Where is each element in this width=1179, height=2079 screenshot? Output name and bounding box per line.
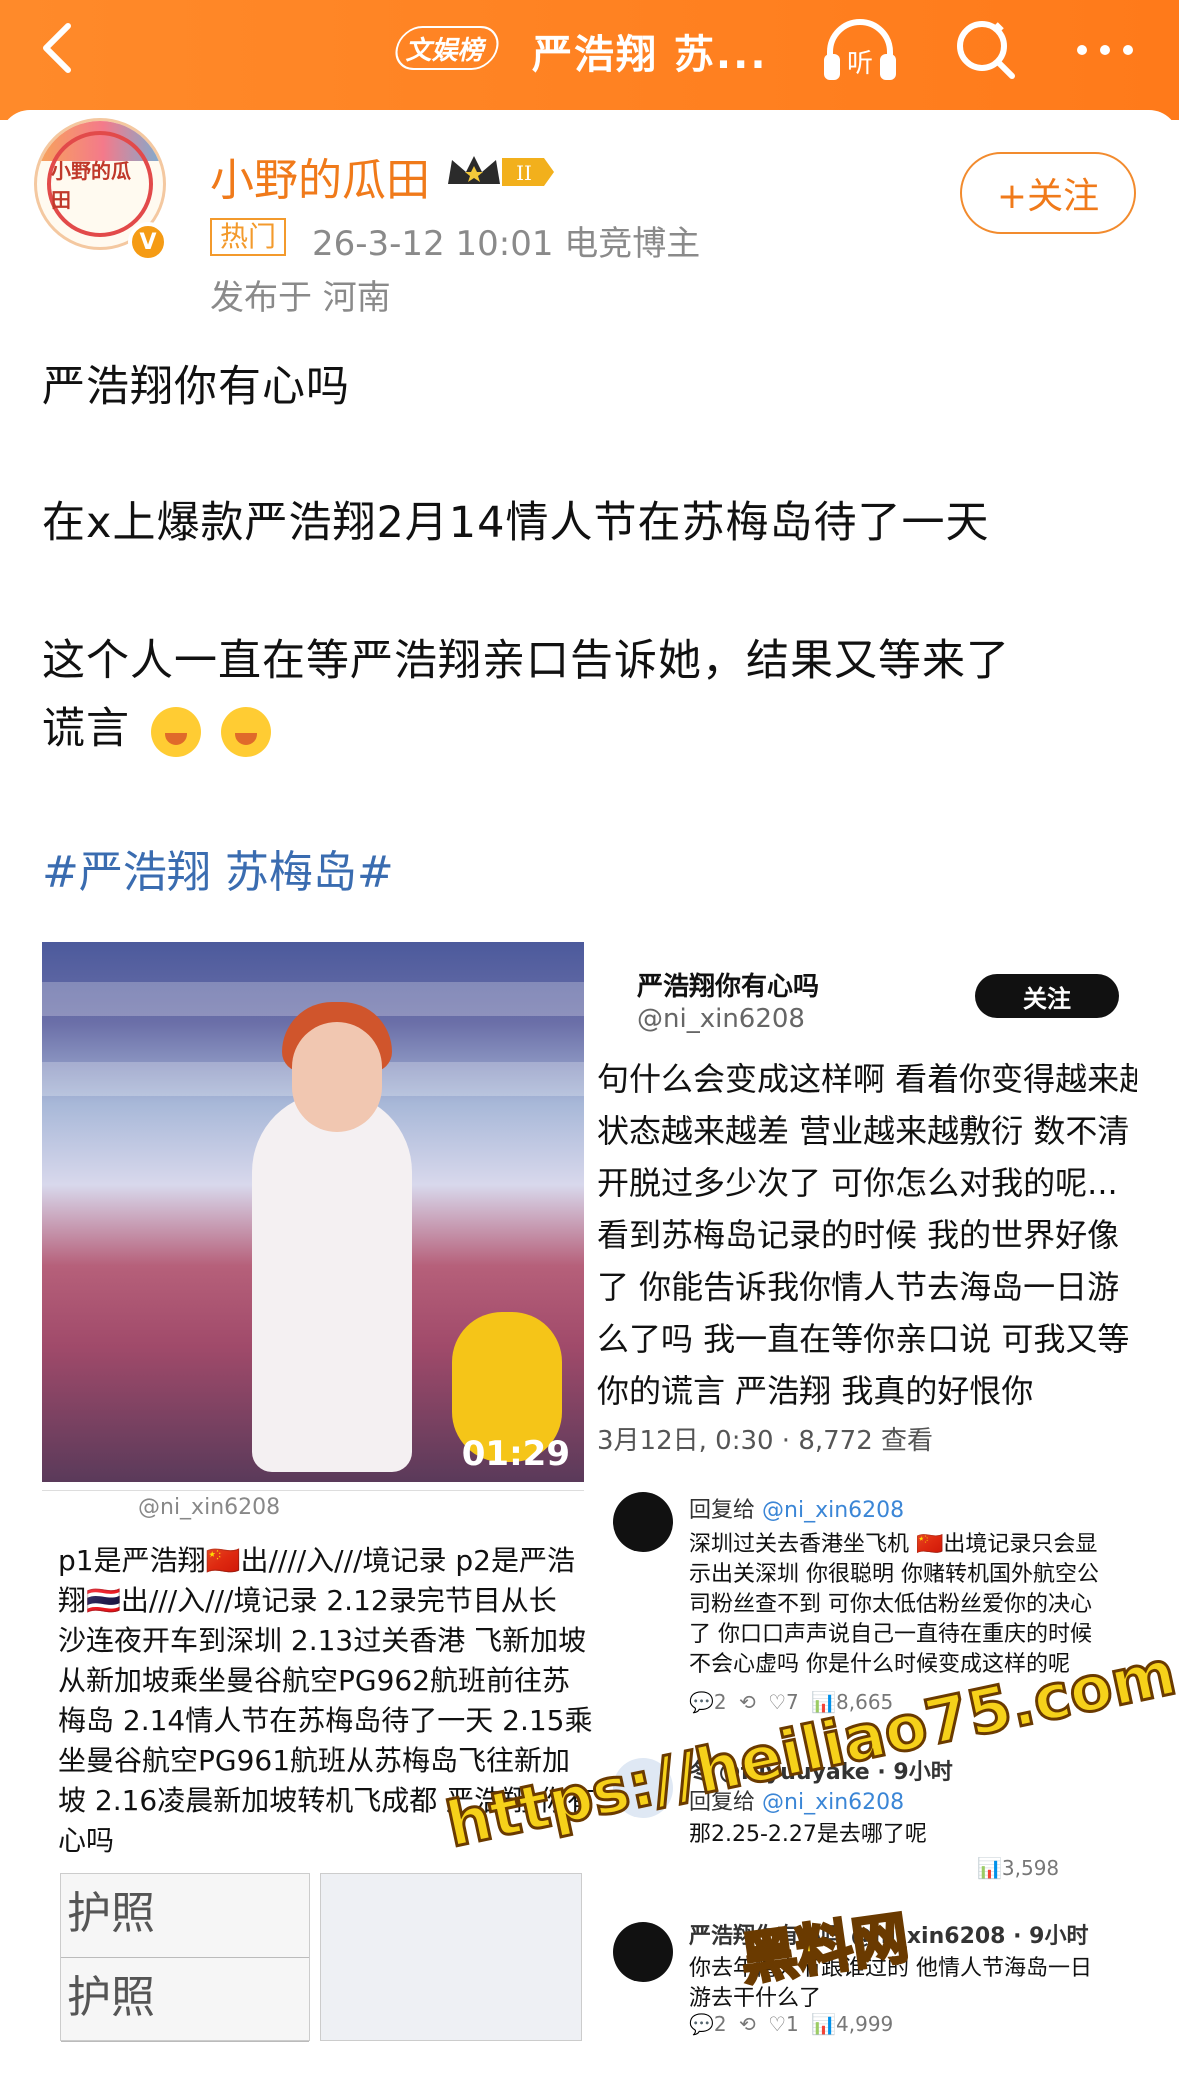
tweet-text-line: 么了吗 我一直在等你亲口说 可我又等 [597, 1320, 1130, 1358]
tweet-text-line: 状态越来越差 营业越来越敷衍 数不清 [597, 1112, 1130, 1150]
post-text-line: 这个人一直在等严浩翔亲口告诉她，结果又等来了 [42, 636, 1010, 686]
verified-badge-icon: V [128, 222, 168, 262]
passport-row: 护照 [61, 1874, 309, 1958]
svg-text:听: 听 [847, 49, 873, 79]
listen-headphones-icon[interactable]: 听 [820, 14, 900, 84]
tweet-text-line: 开脱过多少次了 可你怎么对我的呢... [597, 1164, 1118, 1202]
record-text-line: p1是严浩翔🇨🇳出////入///境记录 p2是严浩 [58, 1544, 575, 1577]
ranking-badge[interactable]: 文娱榜 [391, 26, 503, 70]
tweet-text-line: 看到苏梅岛记录的时候 我的世界好像 [597, 1216, 1120, 1254]
reply-text-line: 了 你口口声声说自己一直待在重庆的时候 [689, 1622, 1092, 1647]
post-text-line: 在x上爆款严浩翔2月14情人节在苏梅岛待了一天 [42, 498, 990, 548]
performer-figure [252, 1092, 412, 1472]
passport-row: 护照 [61, 1958, 309, 2042]
avatar-label: 小野的瓜田 [47, 131, 153, 237]
reply-actions: 📊3,598 [977, 1856, 1060, 1880]
screenshot-handle: @ni_xin6208 [138, 1495, 281, 1520]
reply-text-line: 示出关深圳 你很聪明 你赌转机国外航空公 [689, 1562, 1099, 1587]
post-text-line: 严浩翔你有心吗 [42, 362, 350, 412]
hot-tag: 热门 [210, 218, 287, 256]
reply-text-line: 那2.25-2.27是去哪了呢 [689, 1822, 927, 1847]
post-location: 发布于 河南 [210, 278, 391, 318]
tweet-author-name: 严浩翔你有心吗 [637, 972, 820, 1002]
tweet-screenshot[interactable]: 严浩翔你有心吗 @ni_xin6208 关注 句什么会变成这样啊 看着你变得越来… [597, 942, 1137, 1477]
author-name[interactable]: 小野的瓜田 [210, 144, 430, 208]
record-text-line: 沙连夜开车到深圳 2.13过关香港 飞新加坡 [58, 1624, 587, 1657]
ranking-badge-label: 文娱榜 [404, 35, 489, 66]
back-arrow-icon[interactable] [30, 18, 90, 78]
reply-avatar [613, 1922, 673, 1982]
post-text-line-with-emoji: 谎言 [42, 694, 272, 757]
record-text-line: 从新加坡乘坐曼谷航空PG962航班前往苏 [58, 1664, 571, 1697]
tweet-author-handle: @ni_xin6208 [637, 1004, 805, 1034]
tweet-timestamp-views: 3月12日, 0:30 · 8,772 查看 [597, 1426, 934, 1456]
record-text-line: 坐曼谷航空PG961航班从苏梅岛飞往新加 [58, 1744, 571, 1777]
vip-crown-icon: II [448, 156, 554, 186]
performer-head [292, 1022, 382, 1132]
travel-record-screenshot[interactable]: @ni_xin6208 p1是严浩翔🇨🇳出////入///境记录 p2是严浩 翔… [42, 1490, 595, 2042]
post-meta: 26-3-12 10:01 电竞博主 [312, 224, 701, 264]
crying-emoji-icon [221, 706, 272, 757]
reply-target: 回复给 @ni_xin6208 [689, 1498, 905, 1523]
svg-text:II: II [516, 161, 532, 185]
post-text-fragment: 谎言 [42, 704, 130, 754]
more-options-icon[interactable] [1070, 30, 1140, 70]
follow-button[interactable]: +关注 [960, 152, 1136, 234]
record-text-line: 梅岛 2.14情人节在苏梅岛待了一天 2.15乘 [58, 1704, 593, 1737]
record-text-line: 心吗 [58, 1824, 115, 1857]
flight-document-image [320, 1873, 582, 2041]
search-icon[interactable] [950, 14, 1020, 84]
video-duration: 01:29 [461, 1434, 570, 1474]
passport-table: 护照 护照 [60, 1873, 310, 2042]
topic-hashtag-link[interactable]: #严浩翔 苏梅岛# [42, 836, 394, 900]
crying-emoji-icon [150, 706, 201, 757]
tweet-follow-button: 关注 [975, 974, 1119, 1018]
tweet-text-line: 了 你能告诉我你情人节去海岛一日游 [597, 1268, 1120, 1306]
tweet-text-line: 你的谎言 严浩翔 我真的好恨你 [597, 1372, 1034, 1410]
topic-title: 严浩翔 苏... [532, 32, 768, 78]
reply-actions: 💬2 ⟲ ♡1 📊4,999 [689, 2012, 894, 2036]
tweet-text-line: 句什么会变成这样啊 看着你变得越来越 [597, 1060, 1137, 1098]
top-bar: 文娱榜 严浩翔 苏... 听 [0, 0, 1179, 120]
reply-text-line: 深圳过关去香港坐飞机 🇨🇳出境记录只会显 [689, 1532, 1098, 1557]
reply-avatar [613, 1492, 673, 1552]
record-text-line: 翔🇹🇭出///入///境记录 2.12录完节目从长 [58, 1584, 557, 1617]
reply-text-line: 司粉丝查不到 可你太低估粉丝爱你的决心 [689, 1592, 1092, 1617]
video-thumbnail[interactable]: 01:29 [42, 942, 584, 1482]
